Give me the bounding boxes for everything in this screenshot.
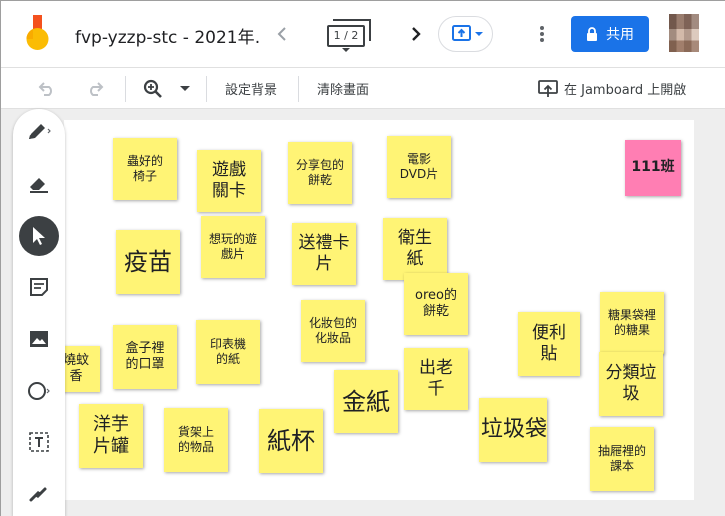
sticky-note[interactable]: 出老 千 [404, 348, 468, 410]
sticky-note[interactable]: 印表機 的紙 [196, 320, 260, 384]
share-label: 共用 [606, 27, 634, 43]
note-text: 送禮卡 片 [298, 232, 350, 274]
sticky-note-icon [30, 278, 48, 296]
note-text: 便利 貼 [532, 322, 566, 364]
toolbar-divider [125, 76, 126, 102]
pen-tool[interactable] [19, 112, 59, 152]
set-background-button[interactable]: 設定背景 [225, 79, 277, 98]
pen-icon [29, 124, 51, 139]
zoom-in-icon[interactable] [141, 77, 165, 101]
note-text: 遊戲 關卡 [212, 159, 246, 201]
sticky-note[interactable]: 疫苗 [116, 230, 180, 294]
note-text: 想玩的遊 戲片 [208, 232, 257, 261]
select-icon [33, 227, 45, 245]
sticky-note[interactable]: 蟲好的 椅子 [113, 138, 177, 200]
note-text: 印表機 的紙 [209, 337, 246, 366]
sticky-note[interactable]: 111班 [625, 140, 681, 196]
eraser-tool[interactable] [19, 164, 59, 204]
whiteboard-canvas[interactable]: 蟲好的 椅子 遊戲 關卡 分享包的 餅乾 電影 DVD片 111班 疫苗 想玩的… [64, 120, 694, 500]
sticky-note[interactable]: 送禮卡 片 [292, 223, 356, 285]
sticky-note[interactable]: 分享包的 餅乾 [288, 142, 352, 204]
note-text: 化妝包的 化妝品 [308, 316, 357, 345]
sticky-note[interactable]: 紙杯 [259, 409, 323, 473]
sticky-note[interactable]: 糖果袋裡 的糖果 [600, 292, 664, 354]
undo-icon[interactable] [35, 77, 59, 101]
note-text: oreo的 餅乾 [415, 287, 457, 319]
open-in-jamboard-button[interactable]: 在 Jamboard 上開啟 [564, 79, 686, 98]
laser-icon [29, 487, 47, 502]
note-text: 111班 [631, 159, 675, 176]
clear-frame-button[interactable]: 清除畫面 [317, 79, 369, 98]
note-text: 分享包的 餅乾 [295, 158, 344, 187]
tool-sidebar [13, 109, 65, 516]
laser-tool[interactable] [19, 473, 59, 513]
redo-icon[interactable] [83, 77, 107, 101]
note-text: 抽屜裡的 課本 [597, 444, 646, 473]
image-icon [30, 331, 48, 347]
previous-frame-icon[interactable] [271, 22, 293, 46]
sticky-note[interactable]: 抽屜裡的 課本 [590, 427, 654, 491]
top-bar: fvp-yzzp-stc - 2021年… 1 / 2 共用 [1, 1, 725, 67]
note-text: 垃圾袋 [481, 417, 547, 443]
circle-icon [28, 382, 50, 400]
sticky-note[interactable]: 貨架上 的物品 [164, 408, 228, 472]
note-text: 貨架上 的物品 [177, 425, 214, 454]
shape-tool[interactable] [19, 371, 59, 411]
note-text: 分類垃 圾 [605, 362, 657, 404]
jamboard-logo [23, 15, 53, 51]
note-text: 金紙 [342, 387, 390, 416]
sticky-note-tool[interactable] [19, 267, 59, 307]
document-title[interactable]: fvp-yzzp-stc - 2021年… [75, 23, 259, 48]
note-text: 紙杯 [267, 427, 315, 455]
toolbar-divider [298, 76, 299, 102]
zoom-dropdown-icon[interactable] [177, 77, 193, 101]
open-external-icon[interactable] [537, 77, 559, 101]
text-box-tool[interactable] [19, 422, 59, 462]
note-text: 洋芋 片罐 [93, 413, 129, 458]
chevron-down-icon [342, 48, 350, 52]
frame-counter: 1 / 2 [327, 25, 365, 47]
note-text: 疫苗 [124, 248, 172, 276]
sticky-note[interactable]: 衛生 紙 [383, 218, 447, 280]
note-text: 電影 DVD片 [399, 152, 439, 181]
sticky-note[interactable]: 盒子裡 的口罩 [113, 325, 177, 389]
share-button[interactable]: 共用 [571, 16, 649, 52]
secondary-toolbar: 設定背景 清除畫面 在 Jamboard 上開啟 [1, 67, 725, 109]
note-text: 糖果袋裡 的糖果 [607, 308, 656, 337]
user-avatar[interactable] [669, 14, 699, 52]
more-options-icon[interactable] [531, 22, 553, 46]
note-text: 衛生 紙 [398, 227, 432, 269]
note-text: 出老 千 [419, 357, 453, 399]
toolbar-divider [206, 76, 207, 102]
sticky-note[interactable]: 金紙 [334, 370, 398, 433]
sticky-note[interactable]: 化妝包的 化妝品 [301, 300, 365, 362]
sticky-note[interactable]: oreo的 餅乾 [404, 273, 468, 335]
image-tool[interactable] [19, 319, 59, 359]
lock-icon [587, 27, 597, 41]
sticky-note[interactable]: 洋芋 片罐 [79, 404, 143, 468]
sticky-note[interactable]: 燒蚊 香 [64, 346, 100, 392]
eraser-icon [30, 178, 48, 193]
note-text: 燒蚊 香 [64, 352, 89, 384]
sticky-note[interactable]: 便利 貼 [518, 312, 580, 376]
select-tool[interactable] [19, 216, 59, 256]
note-text: 盒子裡 的口罩 [125, 340, 165, 372]
sticky-note[interactable]: 垃圾袋 [479, 398, 547, 462]
sticky-note[interactable]: 分類垃 圾 [599, 352, 663, 416]
sticky-note[interactable]: 遊戲 關卡 [197, 150, 261, 212]
sticky-note[interactable]: 想玩的遊 戲片 [201, 216, 265, 278]
present-button[interactable] [438, 16, 493, 52]
frame-bar-toggle[interactable]: 1 / 2 [325, 17, 375, 53]
text-box-icon [29, 432, 49, 452]
next-frame-icon[interactable] [405, 22, 427, 46]
sticky-note[interactable]: 電影 DVD片 [387, 136, 451, 198]
note-text: 蟲好的 椅子 [126, 154, 163, 183]
